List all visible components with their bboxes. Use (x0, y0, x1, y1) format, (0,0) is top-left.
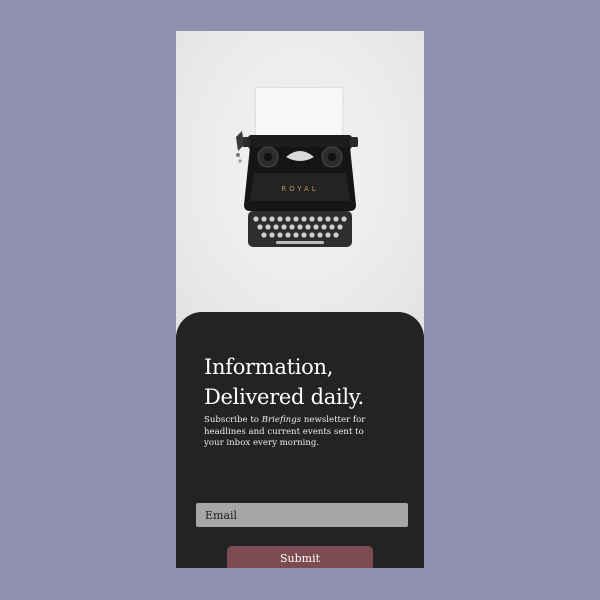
email-input[interactable] (196, 503, 408, 527)
submit-button[interactable]: Submit (227, 546, 373, 568)
signup-panel: Information, Delivered daily. Subscribe … (176, 312, 424, 568)
typewriter-icon: ROYAL (236, 131, 358, 247)
hero-image: ROYAL (176, 31, 424, 331)
newsletter-card: ROYAL Information, Delivered daily. Subs… (176, 31, 424, 568)
newsletter-name: Briefings (261, 415, 302, 425)
headline: Information, Delivered daily. (204, 352, 364, 412)
description-prefix: Subscribe to (204, 415, 262, 425)
description: Subscribe to Briefings newsletter for he… (204, 415, 374, 450)
typewriter-brand: ROYAL (281, 185, 318, 193)
headline-line-1: Information, (204, 355, 334, 379)
headline-line-2: Delivered daily. (204, 385, 364, 409)
